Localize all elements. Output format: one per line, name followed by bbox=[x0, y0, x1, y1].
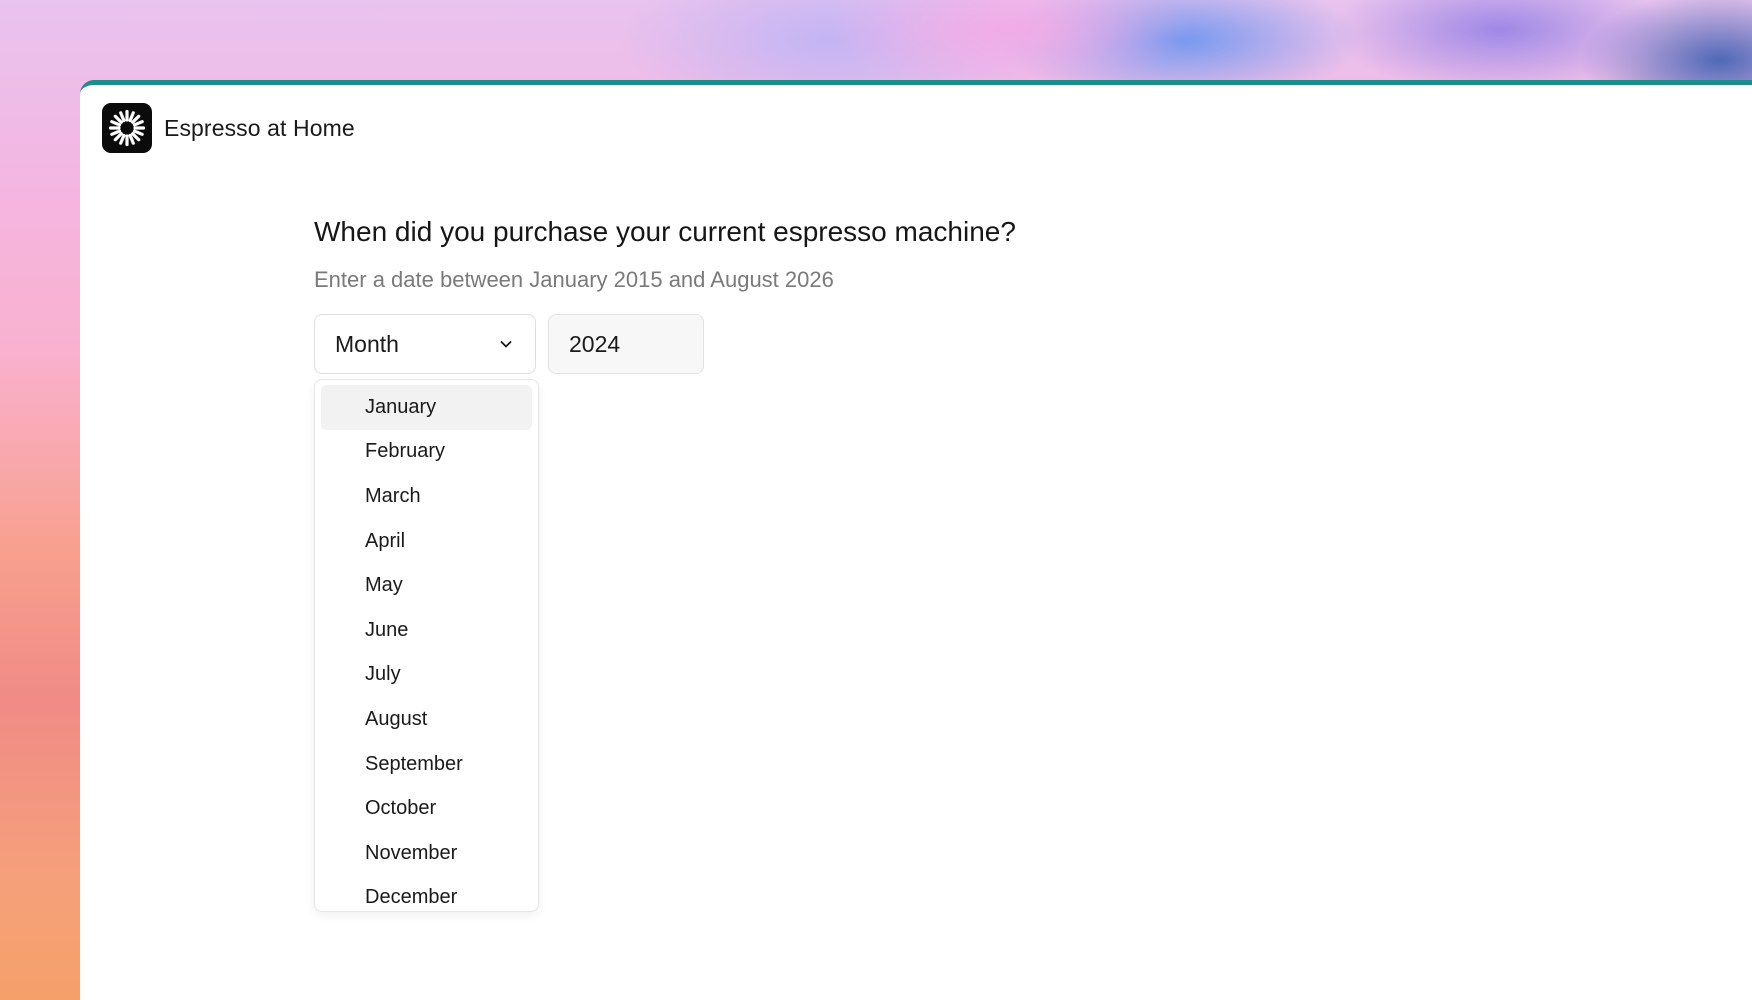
year-input[interactable] bbox=[548, 314, 704, 374]
month-option[interactable]: May bbox=[321, 563, 532, 608]
sunburst-logo-icon bbox=[102, 103, 152, 153]
month-option[interactable]: November bbox=[321, 831, 532, 876]
month-option[interactable]: June bbox=[321, 608, 532, 653]
month-select[interactable]: Month bbox=[314, 314, 536, 374]
app-name: Espresso at Home bbox=[164, 114, 355, 141]
month-option[interactable]: October bbox=[321, 786, 532, 831]
app-window: Espresso at Home When did you purchase y… bbox=[80, 80, 1752, 1000]
month-option[interactable]: February bbox=[321, 430, 532, 475]
month-dropdown-list: January February March April May June Ju… bbox=[314, 379, 539, 912]
month-option[interactable]: January bbox=[321, 385, 532, 430]
month-option[interactable]: December bbox=[321, 876, 532, 911]
month-option[interactable]: July bbox=[321, 653, 532, 698]
question-heading: When did you purchase your current espre… bbox=[314, 216, 1016, 247]
date-range-hint: Enter a date between January 2015 and Au… bbox=[314, 267, 834, 292]
month-option[interactable]: September bbox=[321, 742, 532, 787]
month-select-label: Month bbox=[335, 330, 399, 357]
month-option[interactable]: April bbox=[321, 519, 532, 564]
month-option[interactable]: March bbox=[321, 474, 532, 519]
brand-header: Espresso at Home bbox=[102, 103, 355, 153]
month-option[interactable]: August bbox=[321, 697, 532, 742]
chevron-down-icon bbox=[497, 335, 515, 353]
